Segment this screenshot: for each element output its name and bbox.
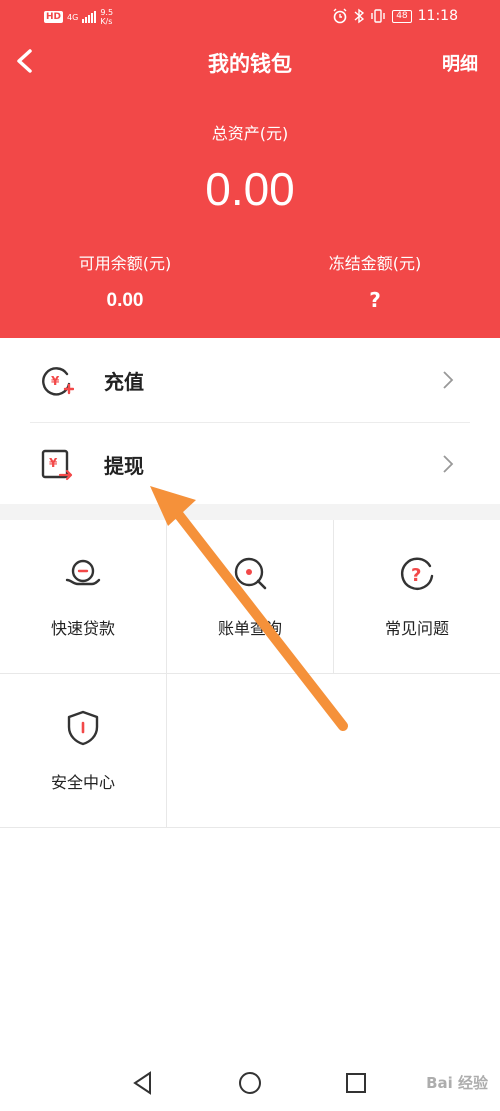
quick-loan-label: 快速贷款: [50, 619, 115, 638]
total-assets-label: 总资产(元): [211, 124, 289, 143]
nav-back-icon[interactable]: [130, 1070, 156, 1096]
battery-indicator: 48: [392, 9, 412, 23]
vibrate-icon: [371, 9, 385, 23]
recharge-label: 充值: [104, 370, 144, 394]
list-item-withdraw[interactable]: ¥ 提现: [0, 422, 500, 506]
details-button[interactable]: 明细: [442, 50, 478, 76]
wallet-action-list: ¥ 充值 ¥ 提现: [0, 338, 500, 506]
bluetooth-icon: [354, 8, 365, 24]
network-type: 4G: [67, 12, 79, 22]
available-balance-value: 0.00: [106, 290, 144, 311]
grid-item-bill-query[interactable]: 账单查询: [167, 520, 333, 673]
faq-icon: ?: [400, 557, 434, 590]
alarm-icon: [333, 8, 347, 24]
wallet-screen: HD 4G 9.5 K/s 48 11:18 我的钱包 明细 总资产(元) 0.…: [0, 0, 500, 1111]
grid-divider: [166, 673, 167, 827]
svg-text:?: ?: [411, 565, 421, 586]
service-grid: 快速贷款 账单查询 ? 常见问题 安全中心: [0, 520, 500, 828]
chevron-right-icon: [443, 455, 454, 473]
bill-query-icon: [234, 557, 267, 590]
clock: 11:18: [417, 8, 458, 24]
frozen-amount-value: ?: [369, 288, 381, 312]
recharge-icon: ¥: [42, 367, 74, 396]
speed-unit: K/s: [100, 17, 113, 26]
list-item-recharge[interactable]: ¥ 充值: [0, 338, 500, 423]
signal-icon: [82, 11, 97, 23]
bill-query-label: 账单查询: [217, 619, 282, 638]
svg-text:¥: ¥: [49, 456, 58, 470]
faq-label: 常见问题: [384, 619, 449, 638]
nav-home-icon[interactable]: [237, 1070, 263, 1096]
grid-item-security-center[interactable]: 安全中心: [0, 674, 166, 827]
withdraw-label: 提现: [104, 454, 144, 478]
svg-text:¥: ¥: [51, 374, 60, 388]
grid-item-quick-loan[interactable]: 快速贷款: [0, 520, 166, 673]
security-center-label: 安全中心: [50, 773, 115, 792]
status-bar: HD 4G 9.5 K/s 48 11:18: [0, 0, 500, 36]
quick-loan-icon: [65, 559, 101, 586]
speed-value: 9.5: [100, 8, 114, 17]
section-gap: [0, 504, 500, 520]
available-balance-label: 可用余额(元): [78, 254, 172, 273]
network-speed: 9.5 K/s: [100, 8, 113, 26]
chevron-right-icon: [443, 371, 454, 389]
nav-recents-icon[interactable]: [343, 1070, 369, 1096]
withdraw-icon: ¥: [41, 449, 73, 481]
grid-divider: [0, 827, 500, 828]
frozen-amount-label: 冻结金额(元): [328, 254, 422, 273]
shield-icon: [67, 710, 99, 746]
page-title: 我的钱包: [208, 52, 292, 76]
grid-item-faq[interactable]: ? 常见问题: [334, 520, 500, 673]
total-assets-value: 0.00: [205, 163, 295, 215]
hd-badge: HD: [44, 11, 64, 23]
wallet-header: 我的钱包 明细 总资产(元) 0.00 可用余额(元) 0.00 冻结金额(元)…: [0, 36, 500, 338]
watermark: Bai 经验: [426, 1074, 488, 1092]
system-nav-bar: Bai 经验: [0, 1052, 500, 1111]
